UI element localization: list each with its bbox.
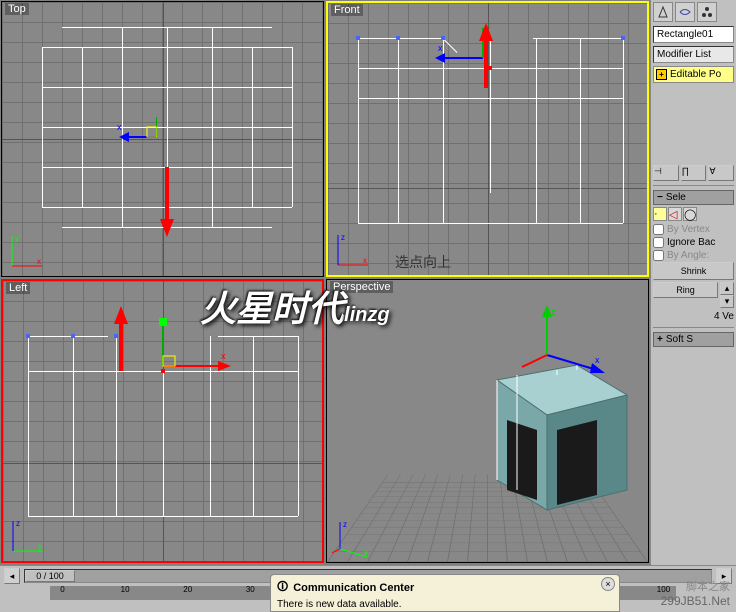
communication-center-popup: 🛈 Communication Center × There is new da… <box>270 574 620 612</box>
time-slider-handle[interactable]: 0 / 100 <box>25 570 75 582</box>
main-container: Top <box>0 0 736 565</box>
svg-text:y: y <box>364 548 368 557</box>
pin-stack-button[interactable]: ⊣ <box>653 165 679 181</box>
svg-text:y: y <box>15 234 19 243</box>
ignore-backfacing-checkbox[interactable]: Ignore Bac <box>653 236 734 249</box>
command-panel-tabs <box>653 2 734 22</box>
svg-text:z: z <box>16 519 20 528</box>
move-arrow-down <box>157 167 177 237</box>
transform-gizmo[interactable]: x z <box>117 112 157 152</box>
border-level-icon[interactable]: ◯ <box>683 207 697 221</box>
make-unique-button[interactable]: ∀ <box>708 165 734 181</box>
footer-watermark: 299JB51.Net <box>661 594 730 608</box>
axis-indicator: y z <box>8 516 48 556</box>
svg-text:z: z <box>551 307 556 317</box>
viewport-front[interactable]: Front <box>326 1 649 277</box>
svg-text:x: x <box>363 256 367 265</box>
axis-indicator: x z <box>333 230 373 270</box>
viewport-perspective[interactable]: Perspective x z <box>326 279 649 563</box>
shrink-button[interactable]: Shrink <box>653 262 734 280</box>
subobject-level-icons: · ◁ ◯ <box>653 207 734 221</box>
ring-up-spinner[interactable]: ▴ <box>720 282 734 295</box>
popup-title: Communication Center <box>293 582 414 594</box>
svg-text:x: x <box>438 43 443 53</box>
popup-message: There is new data available. <box>277 597 613 610</box>
viewport-top[interactable]: Top <box>1 1 324 277</box>
by-vertex-checkbox[interactable]: By Vertex <box>653 223 734 236</box>
ring-down-spinner[interactable]: ▾ <box>720 295 734 308</box>
object-name-field[interactable]: Rectangle01 <box>653 26 734 43</box>
svg-text:x: x <box>595 355 600 365</box>
viewport-left[interactable]: Left <box>1 279 324 563</box>
axis-indicator: z y <box>332 517 372 557</box>
svg-text:x: x <box>221 351 226 361</box>
expand-icon[interactable]: + <box>656 69 667 80</box>
move-arrow-up <box>111 306 131 371</box>
soft-selection-rollout[interactable]: +Soft S <box>653 332 734 347</box>
svg-text:z: z <box>343 520 347 529</box>
move-arrow-up <box>476 23 496 88</box>
command-panel: Rectangle01 Modifier List + Editable Po … <box>650 0 736 565</box>
svg-text:x: x <box>117 122 122 132</box>
edge-level-icon[interactable]: ◁ <box>668 207 682 221</box>
axis-indicator: x y <box>7 231 47 271</box>
by-angle-checkbox[interactable]: By Angle: <box>653 249 734 262</box>
viewport-label: Top <box>5 3 29 15</box>
timeline-prev-button[interactable]: ◂ <box>4 568 20 584</box>
svg-text:y: y <box>38 542 42 551</box>
transform-gizmo-3d[interactable]: x z <box>517 305 607 385</box>
svg-text:x: x <box>37 257 41 266</box>
ring-button[interactable]: Ring <box>653 282 718 298</box>
modifier-list-dropdown[interactable]: Modifier List <box>653 46 734 63</box>
viewport-area: Top <box>0 0 650 565</box>
transform-gizmo[interactable]: x <box>153 316 233 376</box>
close-button[interactable]: × <box>601 577 615 591</box>
viewport-label: Left <box>6 282 30 294</box>
info-icon: 🛈 <box>277 578 288 597</box>
modifier-stack-item[interactable]: + Editable Po <box>653 66 734 83</box>
selection-rollout[interactable]: −Sele <box>653 190 734 205</box>
footer-watermark: 脚本之家 <box>686 578 730 594</box>
viewport-label: Perspective <box>330 281 393 293</box>
annotation-text: 选点向上 <box>395 252 451 272</box>
hierarchy-tab-icon[interactable] <box>697 2 717 22</box>
show-result-button[interactable]: ∏ <box>681 165 707 181</box>
vertex-level-icon[interactable]: · <box>653 207 667 221</box>
svg-text:z: z <box>341 233 345 242</box>
selection-count: 4 Ve <box>653 310 734 323</box>
create-tab-icon[interactable] <box>653 2 673 22</box>
modify-tab-icon[interactable] <box>675 2 695 22</box>
viewport-label: Front <box>331 4 363 16</box>
